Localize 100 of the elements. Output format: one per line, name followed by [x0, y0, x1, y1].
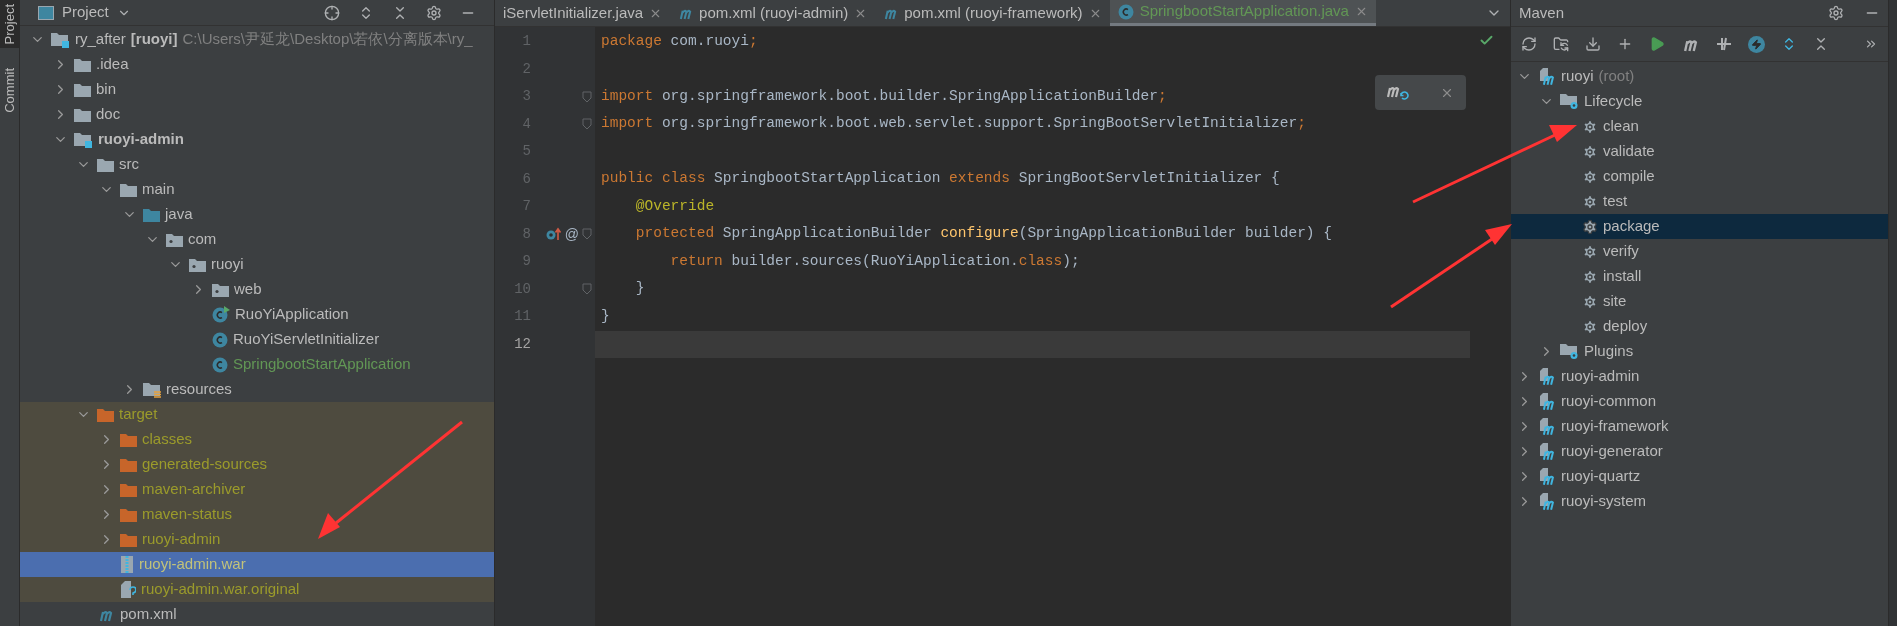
settings-folder-icon [1560, 93, 1579, 110]
maven-module-icon [1538, 392, 1556, 411]
tree-row[interactable]: .idea [20, 52, 494, 77]
tree-row[interactable]: pom.xml [20, 602, 494, 626]
tree-row[interactable]: RuoYiApplication [20, 302, 494, 327]
tree-row[interactable]: main [20, 177, 494, 202]
settings-icon[interactable] [426, 4, 442, 21]
tree-row[interactable]: clean [1511, 114, 1888, 139]
panel-title: Maven [1519, 2, 1565, 23]
tree-label: ruoyi-framework [1561, 416, 1669, 437]
tree-row[interactable]: resources [20, 377, 494, 402]
tree-row[interactable]: src [20, 152, 494, 177]
resources-folder-icon [143, 381, 161, 398]
panel-title[interactable]: Project [62, 1, 109, 24]
fold-marker-icon[interactable] [582, 283, 592, 296]
fold-marker-icon[interactable] [582, 90, 592, 103]
tree-row[interactable]: ruoyi-system [1511, 489, 1888, 514]
path-label: C:\Users\尹延龙\Desktop\若依\分离版本\ry_ [182, 29, 473, 50]
tree-row[interactable]: compile [1511, 164, 1888, 189]
tree-label: validate [1603, 141, 1655, 162]
tree-row[interactable]: generated-sources [20, 452, 494, 477]
package-folder-icon [166, 232, 183, 247]
tree-row[interactable]: RuoYiServletInitializer [20, 327, 494, 352]
settings-icon [1582, 318, 1598, 335]
tree-row[interactable]: package [1511, 214, 1888, 239]
settings-icon [1582, 193, 1598, 210]
tree-label: Lifecycle [1584, 91, 1643, 112]
tree-row[interactable]: maven-archiver [20, 477, 494, 502]
download-icon[interactable] [1585, 36, 1601, 52]
settings-folder-icon [1560, 343, 1579, 360]
tree-row[interactable]: ruoyi-admin.war.original [20, 577, 494, 602]
tree-label: pom.xml [120, 604, 177, 625]
code-line: package com.ruoyi; [600, 31, 758, 51]
folder-icon [120, 432, 137, 447]
fold-marker-icon[interactable] [582, 118, 592, 131]
run-icon[interactable] [1649, 36, 1665, 52]
folder-icon [74, 57, 91, 72]
tree-row[interactable]: ruoyi (root) [1511, 64, 1888, 89]
add-icon[interactable] [1617, 36, 1633, 52]
annotation-icon[interactable]: @ [564, 227, 579, 242]
editor-tab[interactable]: pom.xml (ruoyi-admin) [670, 0, 876, 26]
tree-row[interactable]: install [1511, 264, 1888, 289]
tree-row[interactable]: ruoyi-generator [1511, 439, 1888, 464]
locate-icon[interactable] [324, 4, 340, 21]
tree-row[interactable]: test [1511, 189, 1888, 214]
tree-row[interactable]: ry_after [ruoyi] C:\Users\尹延龙\Desktop\若依\分离版本\ry_ [20, 27, 494, 52]
tree-row[interactable]: maven-status [20, 502, 494, 527]
tree-note: (root) [1598, 66, 1635, 87]
tree-label: doc [96, 104, 121, 125]
tree-row[interactable]: SpringbootStartApplication [20, 352, 494, 377]
tree-row[interactable]: ruoyi-quartz [1511, 464, 1888, 489]
override-icon[interactable] [545, 227, 562, 242]
tree-label: ruoyi-quartz [1561, 466, 1641, 487]
module-label: [ruoyi] [130, 29, 178, 50]
tree-row[interactable]: web [20, 277, 494, 302]
tree-label: install [1603, 266, 1642, 287]
tree-row[interactable]: bin [20, 77, 494, 102]
tree-row[interactable]: Plugins [1511, 339, 1888, 364]
tree-row[interactable]: ruoyi-framework [1511, 414, 1888, 439]
tree-row[interactable]: ruoyi-admin [20, 527, 494, 552]
tree-row[interactable]: deploy [1511, 314, 1888, 339]
tree-row[interactable]: validate [1511, 139, 1888, 164]
tree-row[interactable]: ruoyi-admin [1511, 364, 1888, 389]
maven-reload-popup[interactable] [1375, 75, 1466, 110]
tree-label: src [119, 154, 139, 175]
tree-row[interactable]: classes [20, 427, 494, 452]
tree-row[interactable]: Lifecycle [1511, 89, 1888, 114]
tree-row[interactable]: ruoyi [20, 252, 494, 277]
editor-tab[interactable]: iServletInitializer.java [495, 0, 671, 26]
class-icon [212, 356, 228, 373]
side-tab[interactable]: Commit [0, 64, 19, 118]
more-icon[interactable] [1864, 37, 1878, 51]
tree-row[interactable]: java [20, 202, 494, 227]
module-label: ruoyi-admin [98, 129, 184, 150]
tree-label: ruoyi-admin [1561, 366, 1640, 387]
tree-row[interactable]: target [20, 402, 494, 427]
tree-row[interactable]: com [20, 227, 494, 252]
class-icon [212, 305, 230, 324]
maven-module-icon [1538, 492, 1556, 511]
settings-icon[interactable] [1828, 5, 1844, 21]
fold-marker-icon[interactable] [582, 228, 592, 241]
side-tab[interactable]: Project [0, 0, 19, 49]
folder-icon [120, 507, 137, 522]
tree-row[interactable]: ruoyi-common [1511, 389, 1888, 414]
tree-label: verify [1603, 241, 1639, 262]
tree-label: maven-archiver [142, 479, 246, 500]
tree-row[interactable]: ruoyi-admin [20, 127, 494, 152]
tree-label: ruoyi-admin.war.original [141, 579, 300, 600]
tree-label: package [1603, 216, 1660, 237]
archive-icon [120, 556, 134, 573]
tree-row[interactable]: doc [20, 102, 494, 127]
lightning-icon[interactable] [1748, 35, 1765, 53]
skip-tests-icon[interactable] [1716, 36, 1732, 52]
tree-row[interactable]: verify [1511, 239, 1888, 264]
folder-sync-icon[interactable] [1553, 36, 1569, 52]
reload-icon[interactable] [1521, 36, 1537, 52]
tree-row[interactable]: site [1511, 289, 1888, 314]
editor-tab[interactable]: pom.xml (ruoyi-framework) [875, 0, 1110, 26]
folder-icon [97, 157, 114, 172]
tree-label: RuoYiApplication [235, 304, 349, 325]
